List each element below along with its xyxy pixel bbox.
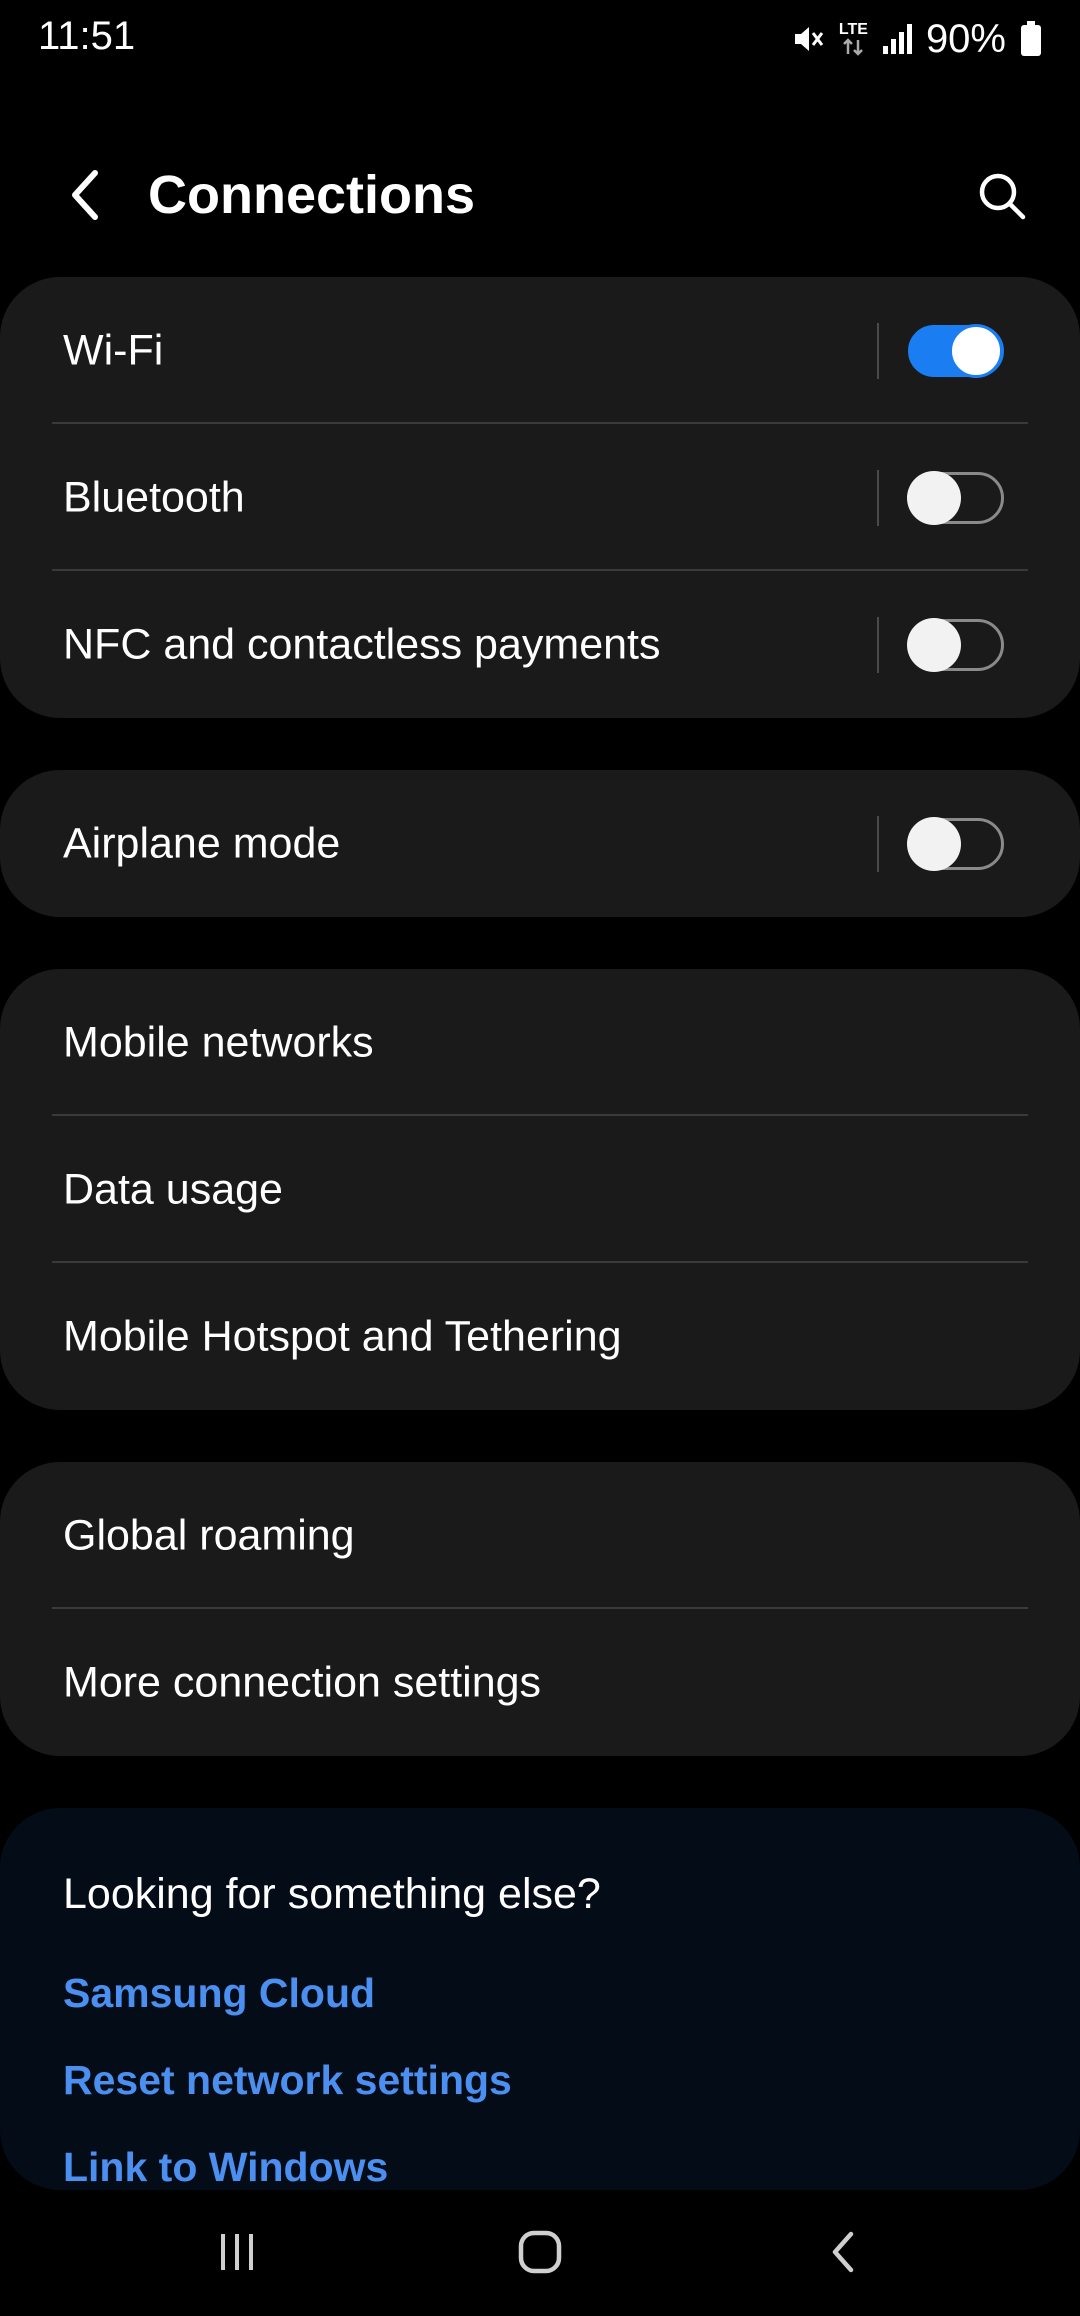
wifi-row[interactable]: Wi-Fi xyxy=(0,277,1080,424)
mute-icon xyxy=(791,22,825,56)
more-connection-settings-label: More connection settings xyxy=(63,1658,542,1706)
page-title: Connections xyxy=(148,165,476,225)
back-icon xyxy=(832,2231,854,2273)
global-roaming-label: Global roaming xyxy=(63,1511,355,1559)
toggle-knob xyxy=(949,323,1003,378)
airplane-group: Airplane mode xyxy=(0,770,1080,917)
nfc-label: NFC and contactless payments xyxy=(63,620,661,668)
suggestions-card: Looking for something else? Samsung Clou… xyxy=(0,1808,1080,2190)
airplane-mode-row[interactable]: Airplane mode xyxy=(0,770,1080,917)
suggestions-title: Looking for something else? xyxy=(63,1870,601,1918)
toggle-knob xyxy=(907,470,961,525)
reset-network-settings-link[interactable]: Reset network settings xyxy=(63,2057,512,2104)
signal-icon xyxy=(882,22,912,56)
airplane-mode-label: Airplane mode xyxy=(63,819,341,867)
battery-percent: 90% xyxy=(925,16,1006,61)
samsung-cloud-link[interactable]: Samsung Cloud xyxy=(63,1970,375,2017)
row-separator xyxy=(877,815,879,872)
app-header: Connections xyxy=(0,140,1080,250)
row-separator xyxy=(877,322,879,379)
home-button[interactable] xyxy=(495,2212,585,2292)
search-icon xyxy=(979,173,1026,220)
row-separator xyxy=(877,469,879,526)
wifi-label: Wi-Fi xyxy=(63,326,164,374)
mobile-networks-label: Mobile networks xyxy=(63,1018,374,1066)
global-roaming-row[interactable]: Global roaming xyxy=(0,1462,1080,1609)
home-icon xyxy=(518,2230,562,2274)
toggle-knob xyxy=(907,816,961,871)
back-arrow-icon xyxy=(72,170,98,220)
data-usage-row[interactable]: Data usage xyxy=(0,1116,1080,1263)
bluetooth-toggle[interactable] xyxy=(907,470,1004,525)
bluetooth-row[interactable]: Bluetooth xyxy=(0,424,1080,571)
search-button[interactable] xyxy=(964,158,1040,234)
mobile-networks-row[interactable]: Mobile networks xyxy=(0,969,1080,1116)
data-usage-label: Data usage xyxy=(63,1165,283,1213)
lte-data-icon: LTE xyxy=(839,22,868,56)
recent-apps-button[interactable] xyxy=(192,2212,282,2292)
airplane-mode-toggle[interactable] xyxy=(907,816,1004,871)
more-connection-settings-row[interactable]: More connection settings xyxy=(0,1609,1080,1756)
status-icons: LTE 90% xyxy=(791,14,1042,64)
wireless-group: Wi-Fi Bluetooth NFC and contactless paym… xyxy=(0,277,1080,718)
wifi-toggle[interactable] xyxy=(908,323,1004,378)
battery-icon xyxy=(1020,21,1042,57)
toggle-knob xyxy=(907,617,961,672)
row-separator xyxy=(877,616,879,673)
lte-label: LTE xyxy=(838,21,868,38)
status-time: 11:51 xyxy=(38,14,136,58)
hotspot-row[interactable]: Mobile Hotspot and Tethering xyxy=(0,1263,1080,1410)
status-bar: 11:51 LTE 90% xyxy=(0,0,1080,80)
navigation-bar xyxy=(0,2190,1080,2316)
bluetooth-label: Bluetooth xyxy=(63,473,245,521)
recent-apps-icon xyxy=(221,2234,253,2270)
back-button[interactable] xyxy=(50,160,120,230)
more-group: Global roaming More connection settings xyxy=(0,1462,1080,1756)
link-to-windows-link[interactable]: Link to Windows xyxy=(63,2144,388,2191)
nav-back-button[interactable] xyxy=(798,2212,888,2292)
nfc-row[interactable]: NFC and contactless payments xyxy=(0,571,1080,718)
nfc-toggle[interactable] xyxy=(907,617,1004,672)
hotspot-label: Mobile Hotspot and Tethering xyxy=(63,1312,622,1360)
mobile-group: Mobile networks Data usage Mobile Hotspo… xyxy=(0,969,1080,1410)
